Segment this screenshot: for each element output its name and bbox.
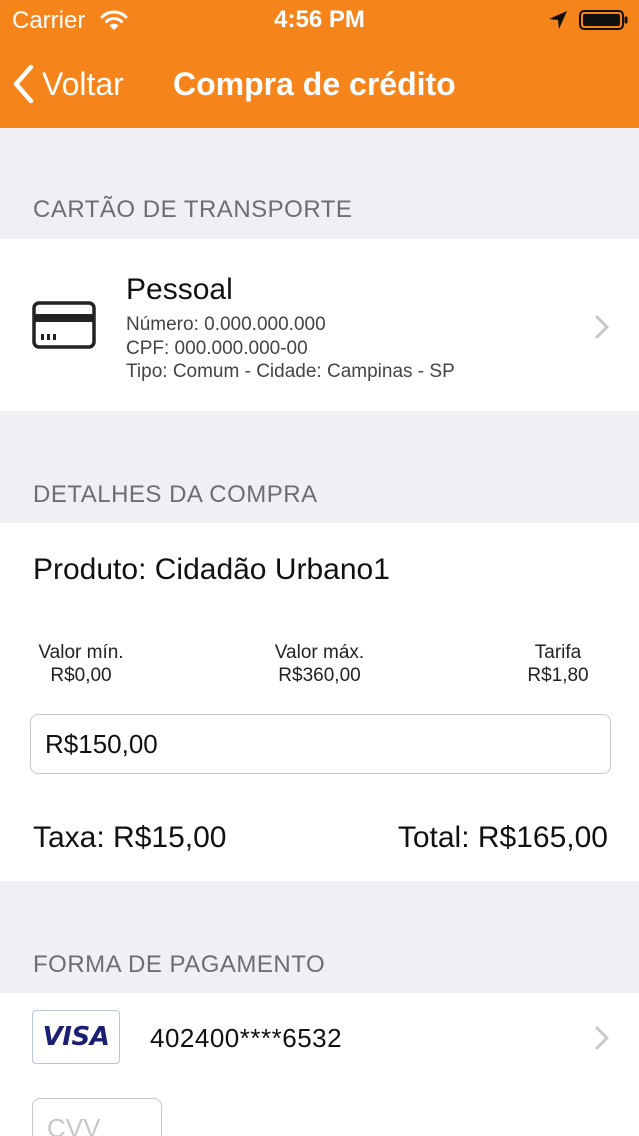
max-value-block: Valor máx. R$360,00 [262,641,377,687]
status-bar: Carrier 4:56 PM [0,0,639,40]
fee-label: Taxa: R$15,00 [33,821,227,854]
credit-card-icon [32,301,96,349]
page-title: Compra de crédito [173,66,456,102]
card-cpf-text: CPF: 000.000.000-00 [126,338,308,359]
section-header-purchase-details: DETALHES DA COMPRA [33,481,318,508]
chevron-left-icon [13,64,34,104]
min-value-label: Valor mín. [38,642,124,663]
purchase-details-cell: Produto: Cidadão Urbano1 Valor mín. R$0,… [0,523,639,881]
payment-cell: VISA 402400****6532 [0,993,639,1136]
max-value: R$360,00 [278,665,361,686]
min-value: R$0,00 [50,665,112,686]
payment-card-number[interactable]: 402400****6532 [150,1023,342,1054]
chevron-right-icon[interactable] [595,1026,609,1050]
card-name: Pessoal [126,273,233,306]
card-number-text: Número: 0.000.000.000 [126,314,326,335]
back-button-label: Voltar [42,65,124,102]
min-value-block: Valor mín. R$0,00 [33,641,129,687]
tarifa-value: R$1,80 [527,665,589,686]
visa-icon: VISA [32,1010,120,1064]
navigation-bar: Voltar Compra de crédito [0,40,639,128]
section-header-transport-card: CARTÃO DE TRANSPORTE [33,196,353,223]
battery-icon [579,10,628,30]
status-time: 4:56 PM [274,6,365,33]
total-label: Total: R$165,00 [397,821,608,854]
product-label: Produto: Cidadão Urbano1 [33,553,390,586]
tarifa-label: Tarifa [534,642,582,663]
chevron-right-icon [595,315,609,339]
max-value-label: Valor máx. [274,642,365,663]
card-type-text: Tipo: Comum - Cidade: Campinas - SP [126,361,455,382]
cvv-input[interactable] [32,1098,162,1136]
tarifa-block: Tarifa R$1,80 [522,641,594,687]
location-arrow-icon [549,11,567,29]
back-button[interactable]: Voltar [12,62,124,106]
amount-input[interactable] [30,714,611,774]
transport-card-cell[interactable]: Pessoal Número: 0.000.000.000 CPF: 000.0… [0,239,639,411]
section-header-payment: FORMA DE PAGAMENTO [33,951,326,978]
